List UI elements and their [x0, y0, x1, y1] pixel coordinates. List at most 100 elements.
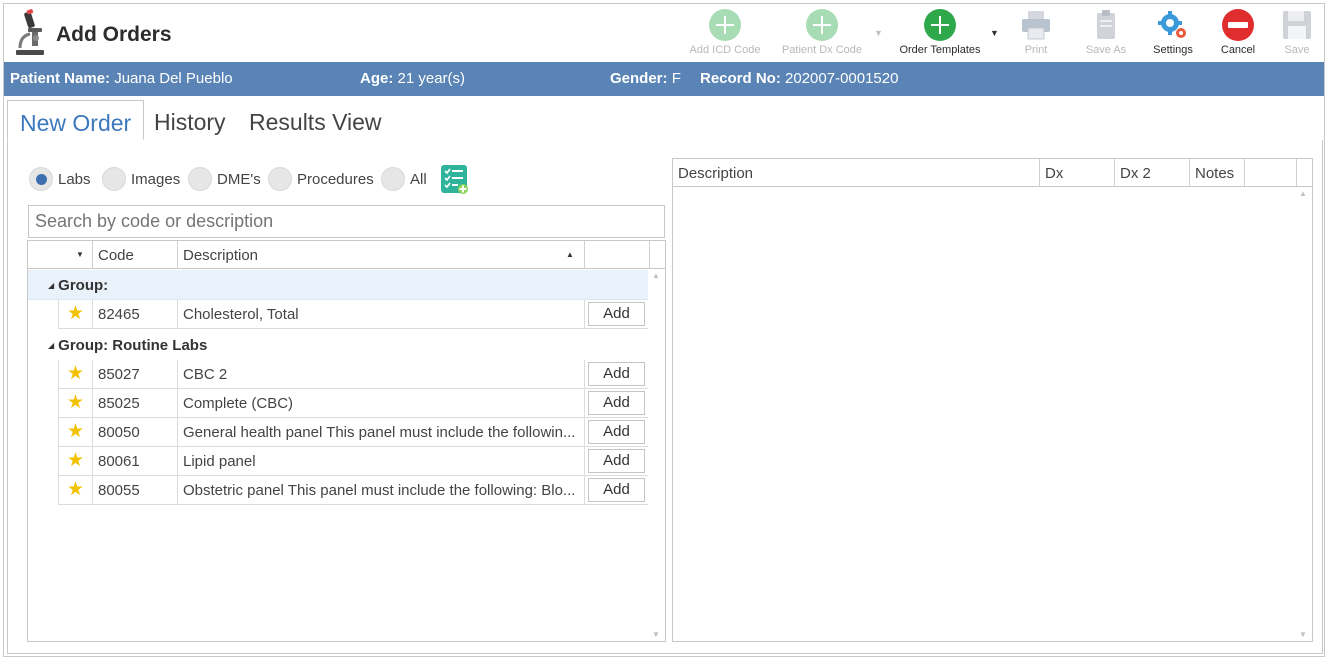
patient-record-value: 202007-0001520 — [785, 70, 899, 87]
gears-icon — [1158, 11, 1186, 38]
add-icd-code-button[interactable]: Add ICD Code — [684, 6, 766, 60]
order-templates-label: Order Templates — [899, 44, 981, 56]
group-header[interactable]: ◢ Group: — [28, 270, 648, 300]
column-dropdown-caret-icon[interactable]: ▼ — [76, 250, 84, 259]
patient-record-label: Record No: — [700, 70, 781, 87]
tab-bar: New Order History Results View — [4, 96, 1324, 140]
add-button[interactable]: Add — [588, 478, 645, 502]
favorite-star-icon[interactable]: ★ — [58, 447, 93, 476]
patient-name-label: Patient Name: — [10, 70, 111, 87]
save-as-button[interactable]: Save As — [1078, 6, 1134, 60]
add-button[interactable]: Add — [588, 302, 645, 326]
favorite-column-header[interactable]: ▼ — [28, 241, 93, 268]
order-templates-dropdown-caret-icon[interactable]: ▼ — [990, 28, 999, 38]
clipboard-icon — [1097, 10, 1115, 39]
group-label: Group: — [58, 277, 109, 294]
description-column-header[interactable]: Description — [673, 159, 1040, 186]
row-code: 80055 — [93, 476, 178, 505]
patient-dx-code-label: Patient Dx Code — [781, 44, 863, 56]
cancel-button[interactable]: Cancel — [1210, 6, 1266, 60]
favorite-star-icon[interactable]: ★ — [58, 418, 93, 447]
add-circle-icon — [806, 9, 838, 41]
favorite-star-icon[interactable]: ★ — [58, 389, 93, 418]
radio-procedures-label: Procedures — [297, 171, 374, 188]
action-column-header — [585, 241, 650, 268]
add-button[interactable]: Add — [588, 449, 645, 473]
description-column-label: Description — [183, 247, 259, 264]
order-templates-button[interactable]: Order Templates — [892, 6, 988, 60]
selected-orders-grid: Description Dx Dx 2 Notes ▲ ▼ — [672, 158, 1313, 642]
radio-dmes-label: DME's — [217, 171, 261, 188]
add-circle-icon — [709, 9, 741, 41]
add-circle-icon — [924, 9, 956, 41]
scroll-down-icon[interactable]: ▼ — [652, 630, 660, 639]
print-button[interactable]: Print — [1014, 6, 1058, 60]
microscope-icon — [16, 9, 44, 55]
row-code: 85025 — [93, 389, 178, 418]
checklist-add-icon[interactable] — [441, 165, 469, 195]
table-row: ★ 85027 CBC 2 Add — [58, 360, 648, 389]
collapse-arrow-icon[interactable]: ◢ — [48, 341, 54, 350]
patient-gender-label: Gender: — [610, 70, 668, 87]
favorite-star-icon[interactable]: ★ — [58, 300, 93, 329]
tab-new-order[interactable]: New Order — [7, 100, 145, 140]
row-code: 80050 — [93, 418, 178, 447]
floppy-disk-icon — [1283, 11, 1311, 39]
code-column-header[interactable]: Code — [93, 241, 178, 268]
radio-unselected-icon — [381, 167, 405, 191]
tab-history[interactable]: History — [142, 100, 238, 140]
description-column-header[interactable]: Description ▲ — [178, 241, 585, 268]
patient-age-label: Age: — [360, 70, 394, 87]
table-row: ★ 80050 General health panel This panel … — [58, 418, 648, 447]
save-button[interactable]: Save — [1276, 6, 1318, 60]
patient-name-field: Patient Name: Juana Del Pueblo — [10, 70, 233, 87]
row-description: CBC 2 — [178, 360, 585, 389]
favorite-star-icon[interactable]: ★ — [58, 476, 93, 505]
radio-images-label: Images — [131, 171, 181, 188]
favorite-star-icon[interactable]: ★ — [58, 360, 93, 389]
table-row: ★ 85025 Complete (CBC) Add — [58, 389, 648, 418]
scroll-up-icon[interactable]: ▲ — [652, 271, 660, 280]
patient-dx-dropdown-caret-icon[interactable]: ▼ — [874, 28, 883, 38]
table-row: ★ 80061 Lipid panel Add — [58, 447, 648, 476]
add-button[interactable]: Add — [588, 391, 645, 415]
grid-scrollbar[interactable]: ▲ ▼ — [649, 269, 665, 641]
notes-column-header[interactable]: Notes — [1190, 159, 1245, 186]
add-button[interactable]: Add — [588, 362, 645, 386]
add-button[interactable]: Add — [588, 420, 645, 444]
row-description: Complete (CBC) — [178, 389, 585, 418]
scroll-down-icon[interactable]: ▼ — [1299, 630, 1307, 639]
tab-results-view[interactable]: Results View — [237, 100, 394, 140]
printer-icon — [1022, 11, 1050, 40]
patient-info-bar: Patient Name: Juana Del Pueblo Age: 21 y… — [4, 62, 1324, 96]
patient-name-value: Juana Del Pueblo — [114, 70, 233, 87]
grid-header: Description Dx Dx 2 Notes — [673, 159, 1313, 187]
save-label: Save — [1284, 44, 1310, 56]
scroll-up-icon[interactable]: ▲ — [1299, 189, 1307, 198]
table-row: ★ 82465 Cholesterol, Total Add — [58, 300, 648, 329]
patient-dx-code-button[interactable]: Patient Dx Code — [776, 6, 868, 60]
cancel-label: Cancel — [1220, 44, 1256, 56]
group-header[interactable]: ◢ Group: Routine Labs — [28, 330, 648, 360]
save-as-label: Save As — [1085, 44, 1127, 56]
row-code: 80061 — [93, 447, 178, 476]
row-code: 85027 — [93, 360, 178, 389]
patient-age-value: 21 year(s) — [397, 70, 466, 87]
settings-button[interactable]: Settings — [1144, 6, 1202, 60]
patient-gender-value: F — [671, 70, 681, 87]
row-description: Cholesterol, Total — [178, 300, 585, 329]
settings-label: Settings — [1153, 44, 1193, 56]
search-input[interactable] — [28, 205, 665, 238]
radio-selected-icon — [29, 167, 53, 191]
row-description: Lipid panel — [178, 447, 585, 476]
dx2-column-header[interactable]: Dx 2 — [1115, 159, 1190, 186]
patient-age-field: Age: 21 year(s) — [360, 70, 465, 87]
row-code: 82465 — [93, 300, 178, 329]
dx-column-header[interactable]: Dx — [1040, 159, 1115, 186]
table-row: ★ 80055 Obstetric panel This panel must … — [58, 476, 648, 505]
patient-gender-field: Gender: F — [610, 70, 681, 87]
radio-labs-label: Labs — [58, 171, 91, 188]
collapse-arrow-icon[interactable]: ◢ — [48, 281, 54, 290]
radio-unselected-icon — [188, 167, 212, 191]
grid-scrollbar[interactable]: ▲ ▼ — [1296, 187, 1312, 641]
